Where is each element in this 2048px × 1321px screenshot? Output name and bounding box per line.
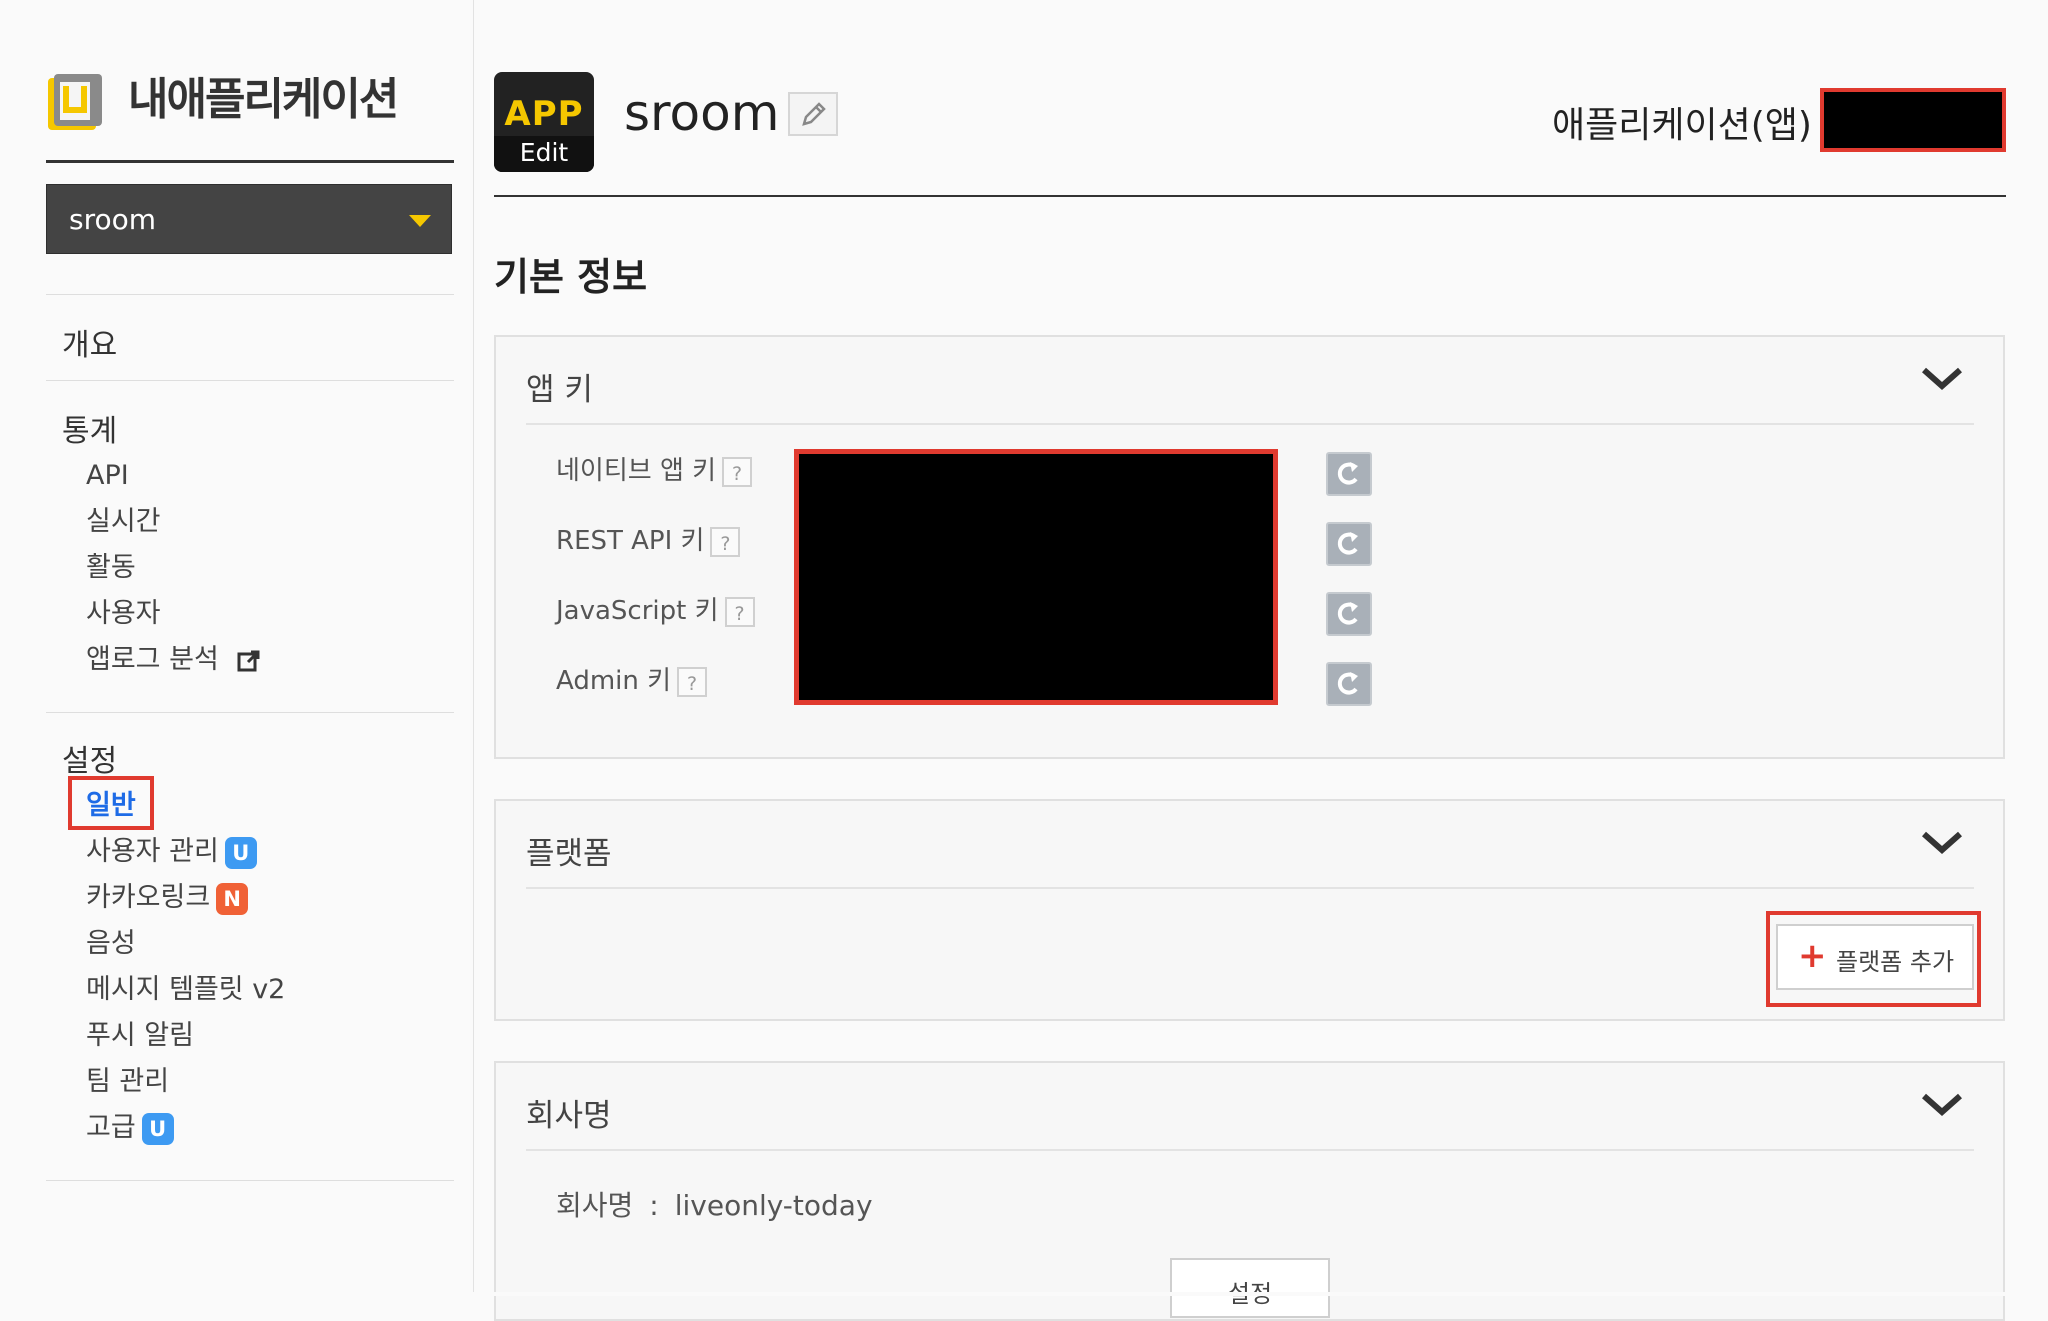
app-tile-edit-label: Edit [494, 136, 594, 172]
company-title: 회사명 [526, 1098, 612, 1134]
help-icon[interactable]: ? [710, 526, 741, 557]
company-label: 회사명 [556, 1189, 634, 1222]
sidebar-divider [46, 380, 454, 381]
edit-name-button[interactable] [788, 92, 838, 136]
add-platform-button[interactable]: + 플랫폼 추가 [1776, 924, 1974, 990]
refresh-icon [1337, 462, 1358, 485]
sidebar-item-general[interactable]: 일반 [86, 788, 136, 824]
sidebar-divider [46, 1180, 454, 1181]
refresh-icon [1337, 602, 1358, 625]
sidebar-divider [46, 712, 454, 713]
header-divider [494, 195, 2006, 197]
app-keys-redacted [794, 449, 1278, 705]
sidebar-item-voice[interactable]: 음성 [86, 926, 136, 962]
sidebar-item-realtime[interactable]: 실시간 [86, 504, 161, 540]
sidebar-item-team[interactable]: 팀 관리 [86, 1064, 169, 1100]
sidebar-item-label: 카카오링크 [86, 882, 211, 913]
app-id-redacted [1820, 88, 2006, 152]
panel-divider [526, 1149, 1974, 1151]
company-separator: : [649, 1189, 659, 1222]
help-icon[interactable]: ? [677, 666, 708, 697]
sidebar-item-users[interactable]: 사용자 [86, 596, 161, 632]
refresh-native-key-button[interactable] [1326, 452, 1372, 496]
section-title: 기본 정보 [494, 255, 648, 299]
sidebar-item-kakaolink[interactable]: 카카오링크 N [86, 880, 249, 916]
panel-divider [526, 887, 1974, 889]
n-badge-icon: N [216, 882, 249, 915]
external-link-icon [237, 650, 260, 671]
sidebar-item-label: 고급 [86, 1112, 136, 1143]
refresh-admin-key-button[interactable] [1326, 662, 1372, 706]
company-value: liveonly-today [674, 1189, 873, 1222]
caret-down-icon [409, 215, 431, 227]
logo-title[interactable]: 내애플리케이션 [128, 72, 399, 128]
sidebar-item-label: 사용자 관리 [86, 836, 219, 867]
company-settings-button[interactable]: 설정 [1170, 1258, 1330, 1318]
key-row-admin: Admin 키? [556, 664, 708, 698]
app-selector-dropdown[interactable]: sroom [46, 184, 452, 254]
sidebar-item-label: 앱로그 분석 [86, 644, 219, 675]
refresh-icon [1337, 672, 1358, 695]
app-keys-title: 앱 키 [526, 372, 593, 408]
key-label: REST API 키 [556, 526, 705, 556]
viewport-bottom-edge [0, 1292, 2048, 1296]
sidebar-item-push[interactable]: 푸시 알림 [86, 1018, 194, 1054]
sidebar-heading-stats: 통계 [62, 414, 118, 449]
app-id-label: 애플리케이션(앱) [1552, 105, 1812, 146]
u-badge-icon: U [141, 1112, 174, 1145]
sidebar-item-advanced[interactable]: 고급 U [86, 1110, 174, 1146]
sidebar-item-user-management[interactable]: 사용자 관리 U [86, 834, 257, 870]
sidebar-item-activity[interactable]: 활동 [86, 550, 136, 586]
sidebar-heading-settings: 설정 [62, 744, 118, 779]
app-selector-value: sroom [69, 203, 157, 236]
plus-icon: + [1798, 936, 1827, 976]
sidebar-item-overview[interactable]: 개요 [62, 320, 117, 364]
help-icon[interactable]: ? [722, 456, 753, 487]
panel-divider [526, 423, 1974, 425]
u-badge-icon: U [224, 836, 257, 869]
sidebar-item-api[interactable]: API [86, 458, 129, 494]
refresh-rest-key-button[interactable] [1326, 522, 1372, 566]
pencil-icon [802, 102, 826, 126]
app-tile-text: APP [504, 94, 584, 134]
key-label: JavaScript 키 [556, 596, 719, 626]
sidebar-divider [46, 160, 454, 163]
refresh-javascript-key-button[interactable] [1326, 592, 1372, 636]
app-icon-edit[interactable]: APP Edit [494, 72, 594, 172]
sidebar-divider [46, 294, 454, 295]
chevron-down-icon[interactable] [1920, 1092, 1964, 1118]
company-row: 회사명: liveonly-today [556, 1184, 873, 1224]
app-name: sroom [624, 84, 780, 142]
refresh-icon [1337, 532, 1358, 555]
chevron-down-icon[interactable] [1920, 830, 1964, 856]
sidebar-item-message-template[interactable]: 메시지 템플릿 v2 [86, 972, 285, 1008]
chevron-down-icon[interactable] [1920, 366, 1964, 392]
key-row-javascript: JavaScript 키? [556, 594, 755, 628]
sidebar-item-applog[interactable]: 앱로그 분석 [86, 642, 261, 678]
app-logo-icon [48, 74, 102, 130]
key-row-native: 네이티브 앱 키? [556, 454, 753, 488]
key-label: Admin 키 [556, 666, 672, 696]
platform-title: 플랫폼 [526, 836, 612, 872]
help-icon[interactable]: ? [724, 596, 755, 627]
key-row-rest: REST API 키? [556, 524, 741, 558]
add-platform-label: 플랫폼 추가 [1836, 948, 1955, 976]
sidebar: 내애플리케이션 sroom 개요 통계 API 실시간 활동 사용자 앱로그 분… [0, 0, 474, 1296]
key-label: 네이티브 앱 키 [556, 456, 717, 486]
